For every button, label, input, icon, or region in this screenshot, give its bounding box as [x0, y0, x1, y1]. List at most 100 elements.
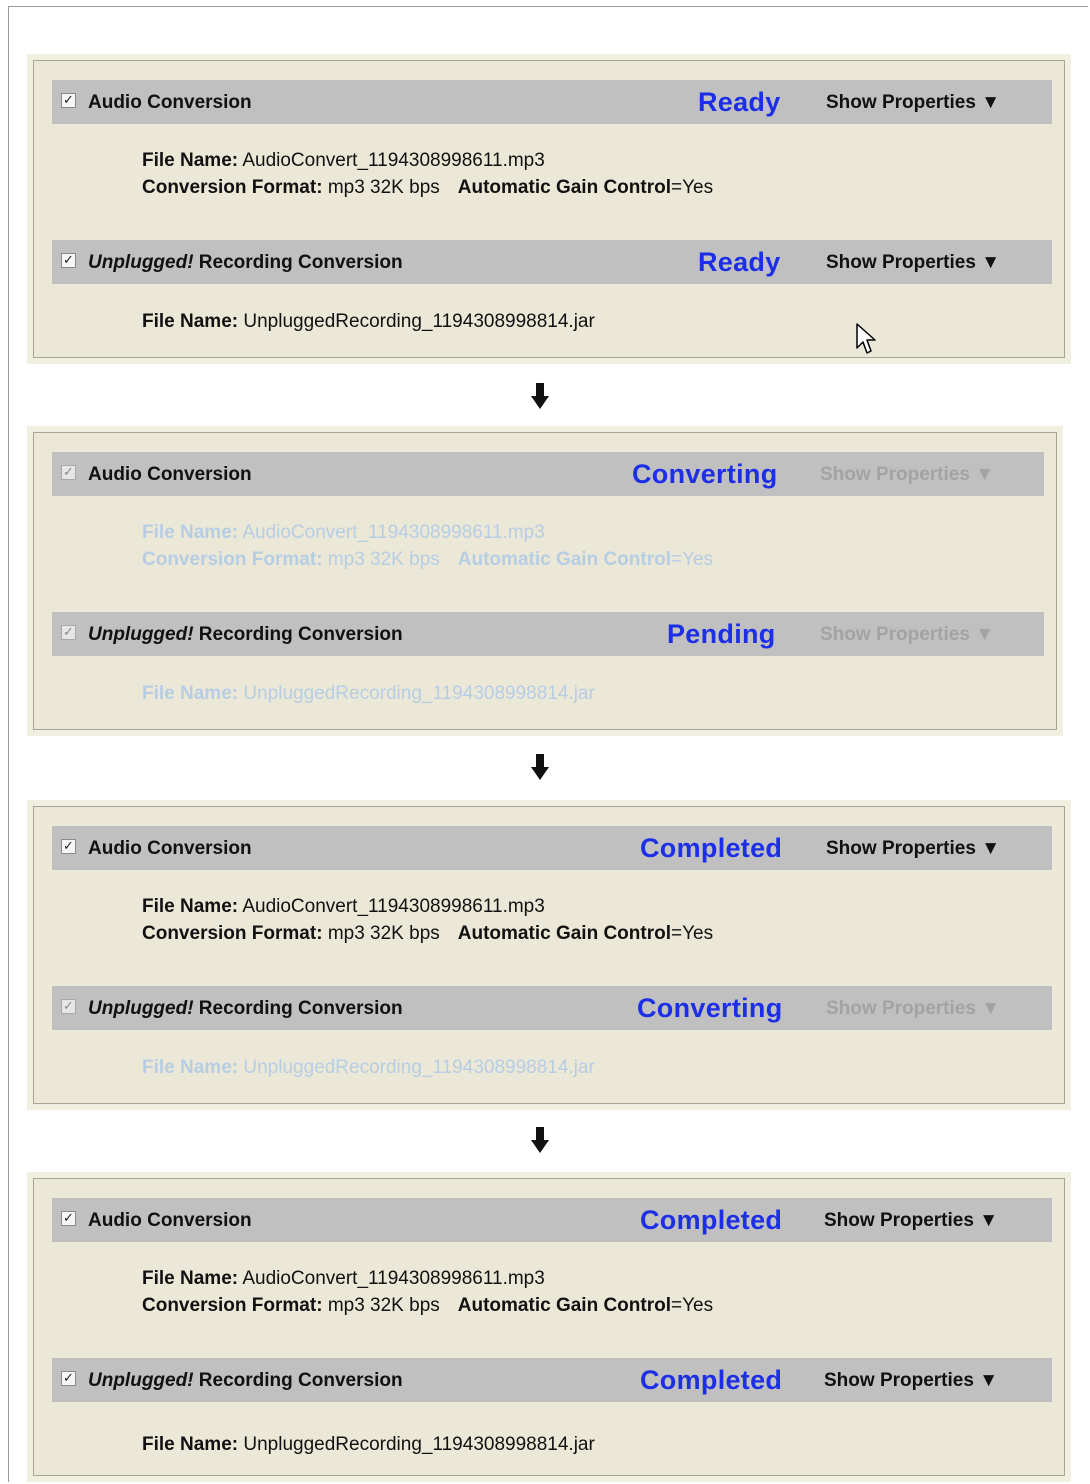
- audio-show-properties-button[interactable]: Show Properties ▼: [820, 464, 994, 486]
- show-properties-label: Show Properties: [824, 1370, 974, 1391]
- unplugged-italic: Unplugged!: [88, 624, 194, 645]
- dropdown-arrow-icon: ▼: [979, 1370, 999, 1391]
- conversion-format-label: Conversion Format:: [142, 1295, 323, 1316]
- audio-file-name: AudioConvert_1194308998611.mp3: [242, 1268, 545, 1289]
- file-name-label: File Name:: [142, 1434, 239, 1455]
- audio-conversion-title: Audio Conversion: [88, 838, 252, 859]
- show-properties-label: Show Properties: [824, 1210, 974, 1231]
- unplugged-italic: Unplugged!: [88, 1370, 194, 1391]
- show-properties-label: Show Properties: [820, 624, 970, 645]
- step-1-inner: ✓ Audio Conversion Ready Show Properties…: [33, 60, 1065, 358]
- show-properties-label: Show Properties: [826, 998, 976, 1019]
- conversion-format-value: mp3 32K bps: [327, 923, 440, 944]
- unplugged-conversion-checkbox[interactable]: ✓: [61, 625, 76, 640]
- audio-conversion-header: ✓ Audio Conversion Completed Show Proper…: [52, 826, 1052, 870]
- audio-file-name: AudioConvert_1194308998611.mp3: [242, 522, 545, 543]
- audio-conversion-title: Audio Conversion: [88, 1210, 252, 1231]
- step-4-inner: ✓ Audio Conversion Completed Show Proper…: [33, 1178, 1065, 1476]
- audio-conversion-header: ✓ Audio Conversion Ready Show Properties…: [52, 80, 1052, 124]
- audio-conversion-title: Audio Conversion: [88, 464, 252, 485]
- agc-value: =Yes: [671, 923, 714, 944]
- file-name-label: File Name:: [142, 896, 239, 917]
- unplugged-conversion-header: ✓ Unplugged! Recording Conversion Conver…: [52, 986, 1052, 1030]
- conversion-format-label: Conversion Format:: [142, 549, 323, 570]
- conversion-format-value: mp3 32K bps: [327, 177, 440, 198]
- audio-conversion-properties: File Name: AudioConvert_1194308998611.mp…: [142, 519, 713, 573]
- audio-show-properties-button[interactable]: Show Properties ▼: [826, 838, 1000, 860]
- mouse-pointer-icon: [856, 323, 876, 354]
- unplugged-conversion-properties: File Name: UnpluggedRecording_1194308998…: [142, 680, 595, 707]
- audio-conversion-checkbox[interactable]: ✓: [61, 465, 76, 480]
- unplugged-title-rest: Recording Conversion: [193, 624, 403, 645]
- unplugged-conversion-title: Unplugged! Recording Conversion: [88, 624, 403, 646]
- file-name-label: File Name:: [142, 522, 239, 543]
- step-2-panel: ✓ Audio Conversion Converting Show Prope…: [27, 426, 1063, 736]
- dropdown-arrow-icon: ▼: [975, 624, 995, 645]
- agc-label: Automatic Gain Control: [457, 549, 672, 570]
- agc-label: Automatic Gain Control: [457, 923, 672, 944]
- audio-conversion-header: ✓ Audio Conversion Converting Show Prope…: [52, 452, 1044, 496]
- step-4-panel: ✓ Audio Conversion Completed Show Proper…: [27, 1172, 1071, 1482]
- unplugged-conversion-header: ✓ Unplugged! Recording Conversion Ready …: [52, 240, 1052, 284]
- audio-conversion-header: ✓ Audio Conversion Completed Show Proper…: [52, 1198, 1052, 1242]
- audio-conversion-checkbox[interactable]: ✓: [61, 839, 76, 854]
- unplugged-conversion-checkbox[interactable]: ✓: [61, 1371, 76, 1386]
- unplugged-file-name: UnpluggedRecording_1194308998814.jar: [243, 683, 595, 704]
- audio-file-name: AudioConvert_1194308998611.mp3: [242, 896, 545, 917]
- step-3-inner: ✓ Audio Conversion Completed Show Proper…: [33, 806, 1065, 1104]
- unplugged-conversion-checkbox[interactable]: ✓: [61, 999, 76, 1014]
- audio-conversion-status: Converting: [632, 459, 778, 489]
- dropdown-arrow-icon: ▼: [981, 252, 1001, 273]
- unplugged-conversion-status: Pending: [667, 619, 776, 649]
- unplugged-title-rest: Recording Conversion: [193, 998, 403, 1019]
- audio-conversion-title: Audio Conversion: [88, 92, 252, 113]
- audio-conversion-checkbox[interactable]: ✓: [61, 93, 76, 108]
- unplugged-italic: Unplugged!: [88, 252, 194, 273]
- dropdown-arrow-icon: ▼: [981, 998, 1001, 1019]
- unplugged-conversion-title: Unplugged! Recording Conversion: [88, 252, 403, 274]
- unplugged-conversion-checkbox[interactable]: ✓: [61, 253, 76, 268]
- unplugged-title-rest: Recording Conversion: [193, 252, 403, 273]
- unplugged-conversion-properties: File Name: UnpluggedRecording_1194308998…: [142, 1054, 595, 1081]
- unplugged-show-properties-button[interactable]: Show Properties ▼: [826, 252, 1000, 274]
- unplugged-file-name: UnpluggedRecording_1194308998814.jar: [243, 311, 595, 332]
- audio-file-name: AudioConvert_1194308998611.mp3: [242, 150, 545, 171]
- file-name-label: File Name:: [142, 1268, 239, 1289]
- unplugged-file-name: UnpluggedRecording_1194308998814.jar: [243, 1057, 595, 1078]
- audio-conversion-checkbox[interactable]: ✓: [61, 1211, 76, 1226]
- unplugged-conversion-status: Ready: [698, 247, 781, 277]
- unplugged-show-properties-button[interactable]: Show Properties ▼: [820, 624, 994, 646]
- audio-show-properties-button[interactable]: Show Properties ▼: [824, 1210, 998, 1232]
- file-name-label: File Name:: [142, 683, 239, 704]
- file-name-label: File Name:: [142, 150, 239, 171]
- step-2-inner: ✓ Audio Conversion Converting Show Prope…: [33, 432, 1057, 730]
- file-name-label: File Name:: [142, 311, 239, 332]
- dropdown-arrow-icon: ▼: [979, 1210, 999, 1231]
- conversion-format-value: mp3 32K bps: [327, 1295, 440, 1316]
- conversion-format-label: Conversion Format:: [142, 177, 323, 198]
- unplugged-conversion-title: Unplugged! Recording Conversion: [88, 1370, 403, 1392]
- agc-label: Automatic Gain Control: [457, 177, 672, 198]
- agc-value: =Yes: [671, 1295, 714, 1316]
- agc-label: Automatic Gain Control: [457, 1295, 672, 1316]
- unplugged-conversion-header: ✓ Unplugged! Recording Conversion Comple…: [52, 1358, 1052, 1402]
- unplugged-show-properties-button[interactable]: Show Properties ▼: [826, 998, 1000, 1020]
- audio-conversion-properties: File Name: AudioConvert_1194308998611.mp…: [142, 893, 713, 947]
- dropdown-arrow-icon: ▼: [981, 92, 1001, 113]
- agc-value: =Yes: [671, 177, 714, 198]
- show-properties-label: Show Properties: [826, 838, 976, 859]
- audio-conversion-status: Ready: [698, 87, 781, 117]
- show-properties-label: Show Properties: [820, 464, 970, 485]
- audio-show-properties-button[interactable]: Show Properties ▼: [826, 92, 1000, 114]
- dropdown-arrow-icon: ▼: [981, 838, 1001, 859]
- unplugged-italic: Unplugged!: [88, 998, 194, 1019]
- dropdown-arrow-icon: ▼: [975, 464, 995, 485]
- agc-value: =Yes: [671, 549, 714, 570]
- conversion-format-value: mp3 32K bps: [327, 549, 440, 570]
- down-arrow-icon: [531, 383, 549, 409]
- show-properties-label: Show Properties: [826, 252, 976, 273]
- unplugged-conversion-properties: File Name: UnpluggedRecording_1194308998…: [142, 308, 595, 335]
- file-name-label: File Name:: [142, 1057, 239, 1078]
- conversion-format-label: Conversion Format:: [142, 923, 323, 944]
- unplugged-show-properties-button[interactable]: Show Properties ▼: [824, 1370, 998, 1392]
